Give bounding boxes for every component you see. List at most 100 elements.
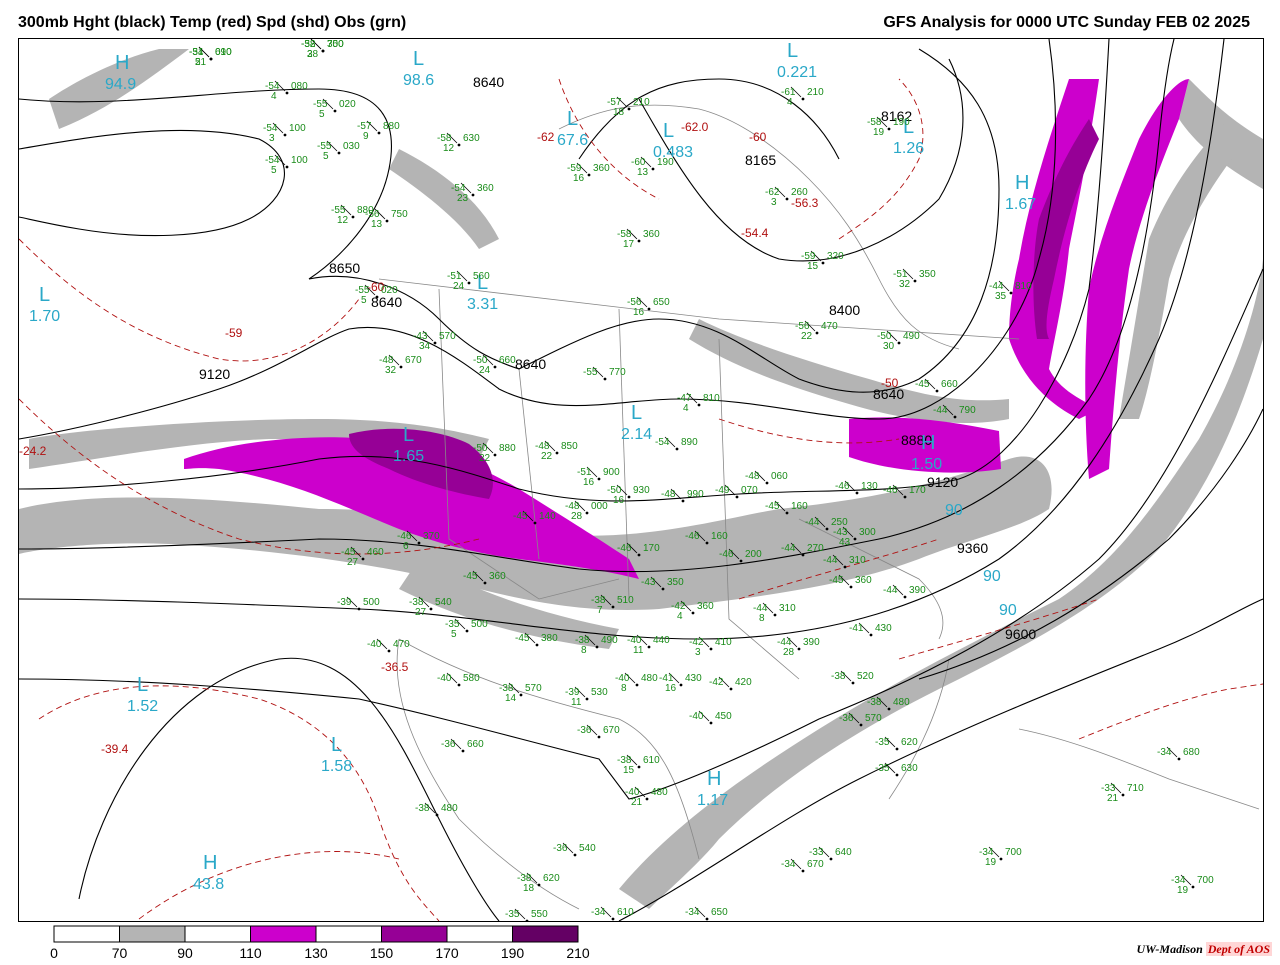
station-temp: -34 [1157,747,1172,758]
station-height: 320 [827,251,844,262]
station-temp: -44 [781,543,796,554]
temperature-label: -62 [537,130,555,144]
legend-tick: 170 [435,945,459,960]
station-dot [897,341,901,345]
center-letter: H [115,52,129,74]
station-dot [519,693,523,697]
station-plot: -38 520 [831,670,874,685]
center-value: 3.31 [467,296,498,313]
station-dot [585,697,589,701]
station-height: 430 [875,623,892,634]
station-plot: -35 630 [875,762,918,777]
station-dot [467,281,471,285]
station-dot [333,109,337,113]
station-dot [709,647,713,651]
station-dot [387,649,391,653]
center-letter: L [663,120,674,142]
station-wind-speed: 17 [623,239,635,250]
station-temp: -46 [835,481,850,492]
station-dot [361,557,365,561]
station-dot [351,215,355,219]
station-height: 620 [543,873,560,884]
station-height: 750 [391,209,408,220]
station-dot [375,295,379,299]
station-dot [887,127,891,131]
station-plot: -50 66024 [473,354,516,376]
station-wind-speed: 22 [801,331,813,342]
station-dot [627,495,631,499]
station-temp: -45 [513,511,528,522]
station-temp: -36 [553,843,568,854]
station-wind-speed: 34 [419,341,431,352]
credit-dept: Dept of AOS [1205,942,1272,956]
isotach-label: 90 [945,502,963,519]
center-value: 1.65 [393,448,424,465]
station-wind-speed: 21 [1107,793,1119,804]
temperature-label: -36.5 [381,660,409,674]
station-dot [597,477,601,481]
station-height: 500 [471,619,488,630]
station-plot: -31 69021 [189,46,232,68]
station-height: 630 [901,763,918,774]
station-height: 100 [291,155,308,166]
legend-bin [512,925,579,943]
station-wind-speed: 15 [807,261,819,272]
station-height: 470 [393,639,410,650]
station-height: 020 [339,99,356,110]
station-height: 670 [405,355,422,366]
station-height: 540 [435,597,452,608]
station-dot [595,645,599,649]
station-plot: -34 610 [591,906,634,921]
station-dot [935,389,939,393]
station-temp: -46 [617,543,632,554]
station-wind-speed: 23 [457,193,469,204]
height-label: 8640 [515,356,546,372]
station-height: 670 [603,725,620,736]
center-value: 1.17 [697,792,728,809]
station-plot: -54 890 [655,436,698,451]
station-wind-speed: 24 [453,281,465,292]
station-dot [785,511,789,515]
height-label: 9120 [199,366,230,382]
station-height: 480 [651,787,668,798]
station-wind-speed: 4 [677,611,683,622]
center-value: 98.6 [403,72,434,89]
temperature-label: -39.4 [101,742,129,756]
station-height: 880 [499,443,516,454]
station-plot: -58 63012 [437,132,480,154]
station-plot: -56 75013 [365,208,408,230]
station-height: 490 [903,331,920,342]
station-wind-speed: 4 [787,97,793,108]
station-dot [887,707,891,711]
station-wind-speed: 16 [613,495,625,506]
station-plot: -57 21018 [607,96,650,118]
station-height: 670 [807,859,824,870]
center-letter: H [707,768,721,790]
station-wind-speed: 5 [361,295,367,306]
station-wind-speed: 16 [573,173,585,184]
legend-tick: 190 [501,945,525,960]
legend-bin [250,925,317,943]
station-dot [465,629,469,633]
center-letter: L [403,424,414,446]
station-height: 160 [791,501,808,512]
station-wind-speed: 16 [583,477,595,488]
station-dot [739,559,743,563]
center-value: 43.8 [193,876,224,893]
station-dot [603,377,607,381]
station-plot: -33 71021 [1101,782,1144,804]
station-temp: -34 [685,907,700,918]
legend-tick: 130 [304,945,328,960]
station-plot: -48 85022 [535,440,578,462]
station-wind-speed: 19 [1177,885,1189,896]
station-wind-speed: 27 [347,557,359,568]
station-temp: -43 [641,577,656,588]
center-value: 1.70 [29,308,60,325]
station-height: 030 [343,141,360,152]
station-wind-speed: 5 [319,109,325,120]
center-value: 1.26 [893,140,924,157]
legend-bin [446,925,513,943]
station-plot: -61 2104 [781,86,824,108]
station-wind-speed: 3 [771,197,777,208]
station-dot [895,747,899,751]
